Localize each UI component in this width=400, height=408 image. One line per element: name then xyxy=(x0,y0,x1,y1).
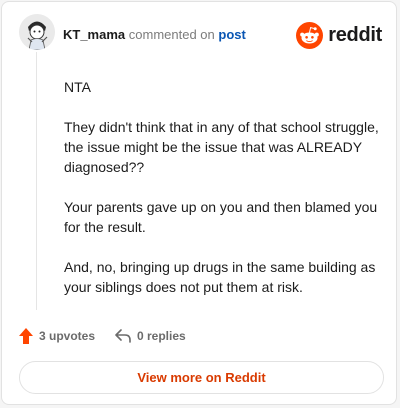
comment-paragraph: And, no, bringing up drugs in the same b… xyxy=(64,259,376,295)
comment-actions: 3 upvotes 0 replies xyxy=(2,324,396,348)
comment-paragraph: Your parents gave up on you and then bla… xyxy=(64,199,378,235)
thread-line xyxy=(36,52,37,310)
commented-on-label: commented on xyxy=(128,27,215,42)
embedded-comment-card: KT_mama commented on post reddit NTA The… xyxy=(1,1,397,405)
reddit-brand[interactable]: reddit xyxy=(296,21,382,49)
reddit-wordmark: reddit xyxy=(328,23,382,46)
comment-body: NTA They didn't think that in any of tha… xyxy=(64,77,379,317)
user-avatar[interactable] xyxy=(19,14,55,50)
username-link[interactable]: KT_mama xyxy=(63,27,125,42)
comment-byline: KT_mama commented on post xyxy=(63,27,246,42)
avatar-icon xyxy=(19,14,55,50)
comment-paragraph: NTA xyxy=(64,79,91,95)
post-link[interactable]: post xyxy=(218,27,245,42)
upvote-count: 3 upvotes xyxy=(39,329,96,343)
view-more-button[interactable]: View more on Reddit xyxy=(19,361,384,394)
upvote-arrow-icon xyxy=(19,328,33,344)
upvote-button[interactable]: 3 upvotes xyxy=(19,324,95,348)
comment-paragraph: They didn't think that in any of that sc… xyxy=(64,119,379,175)
reply-arrow-icon xyxy=(115,329,131,343)
reddit-logo-icon xyxy=(296,21,324,49)
reply-count: 0 replies xyxy=(137,329,186,343)
comment-header: KT_mama commented on post reddit xyxy=(2,2,396,66)
replies-button[interactable]: 0 replies xyxy=(115,324,186,348)
